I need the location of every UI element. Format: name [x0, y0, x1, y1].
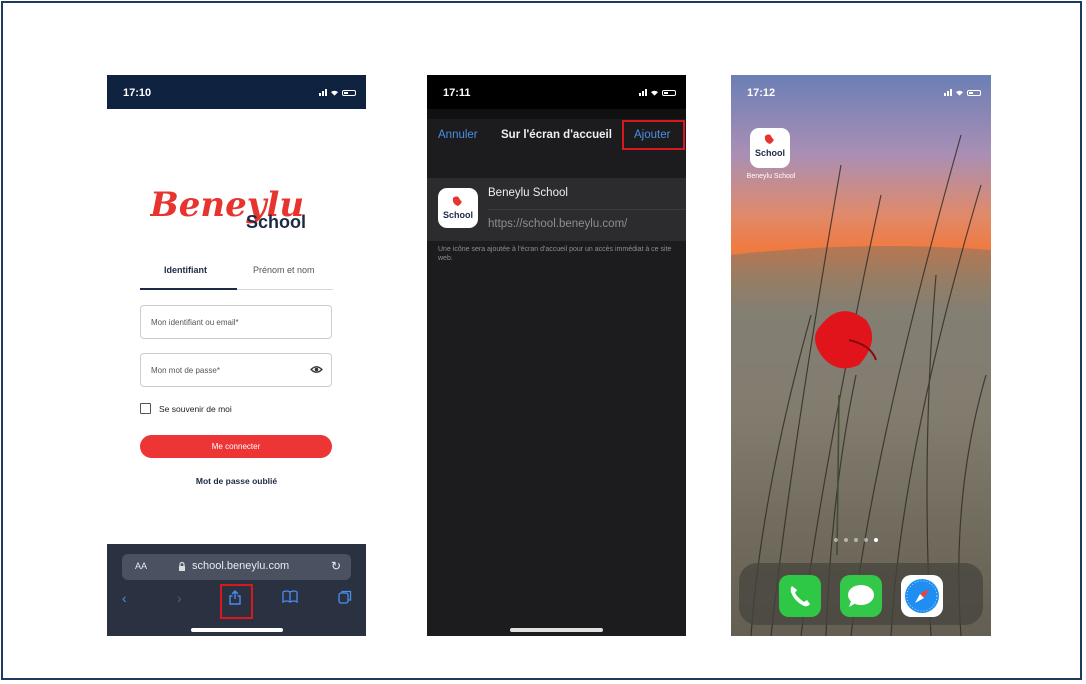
app-name-field[interactable]: Beneylu School: [488, 187, 568, 199]
page-dot: [844, 538, 848, 542]
wifi-icon: [956, 90, 963, 96]
beneylu-app-label: Beneylu School: [746, 173, 796, 180]
url-bar[interactable]: AA school.beneylu.com ↻: [122, 554, 351, 580]
remember-checkbox[interactable]: [140, 403, 151, 414]
page-dot-active: [874, 538, 878, 542]
forward-icon[interactable]: ›: [177, 590, 182, 606]
page-dot: [854, 538, 858, 542]
page-dot: [864, 538, 868, 542]
eye-icon[interactable]: [310, 365, 323, 374]
status-time: 17:12: [747, 87, 776, 99]
phone-login-screen: 17:10 Beneylu School Identifiant Prénom …: [107, 75, 366, 636]
login-tabs: Identifiant Prénom et nom: [140, 263, 333, 290]
password-placeholder: Mon mot de passe*: [151, 366, 220, 375]
app-url: https://school.beneylu.com/: [488, 218, 628, 230]
phone-home-screen: 17:12 School Beneylu School: [731, 75, 991, 636]
identifier-input[interactable]: Mon identifiant ou email*: [140, 305, 332, 339]
identifier-placeholder: Mon identifiant ou email*: [151, 318, 239, 327]
share-highlight-box: [220, 584, 253, 619]
sheet-backdrop: [427, 109, 686, 119]
status-bar: 17:12: [731, 75, 991, 109]
status-bar: 17:10: [107, 75, 366, 109]
home-indicator: [191, 628, 283, 632]
lock-icon: [179, 562, 185, 571]
bookmarks-icon[interactable]: [282, 590, 298, 606]
reload-icon[interactable]: ↻: [331, 559, 341, 573]
connect-button[interactable]: Me connecter: [140, 435, 332, 458]
battery-icon: [967, 90, 981, 96]
phone-add-to-home-screen: 17:11 Annuler Sur l'écran d'accueil Ajou…: [427, 75, 686, 636]
tab-identifiant[interactable]: Identifiant: [164, 265, 207, 275]
beneylu-school-logo: Beneylu School: [150, 185, 306, 232]
svg-text:School: School: [443, 210, 473, 220]
svg-text:School: School: [246, 212, 306, 232]
signal-icon: [944, 89, 952, 96]
signal-icon: [319, 89, 327, 96]
battery-icon: [342, 90, 356, 96]
active-tab-indicator: [140, 288, 237, 290]
phone-icon[interactable]: [779, 575, 821, 617]
messages-icon[interactable]: [840, 575, 882, 617]
status-time: 17:10: [123, 87, 152, 99]
tabs-icon[interactable]: [338, 590, 352, 607]
home-indicator: [510, 628, 603, 632]
add-highlight-box: [622, 120, 685, 150]
back-icon[interactable]: ‹: [122, 590, 127, 606]
tab-prenom-nom[interactable]: Prénom et nom: [253, 265, 315, 275]
svg-text:School: School: [755, 148, 785, 158]
page-dots: [834, 538, 878, 542]
beneylu-app-icon[interactable]: School: [750, 128, 790, 168]
status-icons: [944, 89, 981, 96]
app-info-card: School Beneylu School https://school.ben…: [427, 178, 686, 241]
wifi-icon: [651, 90, 658, 96]
text-size-button[interactable]: AA: [135, 561, 147, 571]
wifi-icon: [331, 90, 338, 96]
page-dot: [834, 538, 838, 542]
signal-icon: [639, 89, 647, 96]
battery-icon: [662, 90, 676, 96]
status-icons: [639, 89, 676, 96]
divider: [488, 209, 686, 210]
status-time: 17:11: [443, 87, 471, 99]
url-text: school.beneylu.com: [192, 560, 290, 572]
remember-me[interactable]: Se souvenir de moi: [140, 403, 232, 414]
remember-label: Se souvenir de moi: [159, 403, 232, 414]
forgot-password-link[interactable]: Mot de passe oublié: [107, 476, 366, 486]
dock: [739, 563, 983, 625]
sheet-caption: Une icône sera ajoutée à l'écran d'accue…: [438, 246, 672, 262]
cancel-button[interactable]: Annuler: [438, 129, 478, 141]
password-input[interactable]: Mon mot de passe*: [140, 353, 332, 387]
safari-icon[interactable]: [901, 575, 943, 617]
status-bar: 17:11: [427, 75, 686, 109]
status-icons: [319, 89, 356, 96]
sheet-title: Sur l'écran d'accueil: [501, 129, 612, 141]
app-icon: School: [438, 188, 478, 228]
